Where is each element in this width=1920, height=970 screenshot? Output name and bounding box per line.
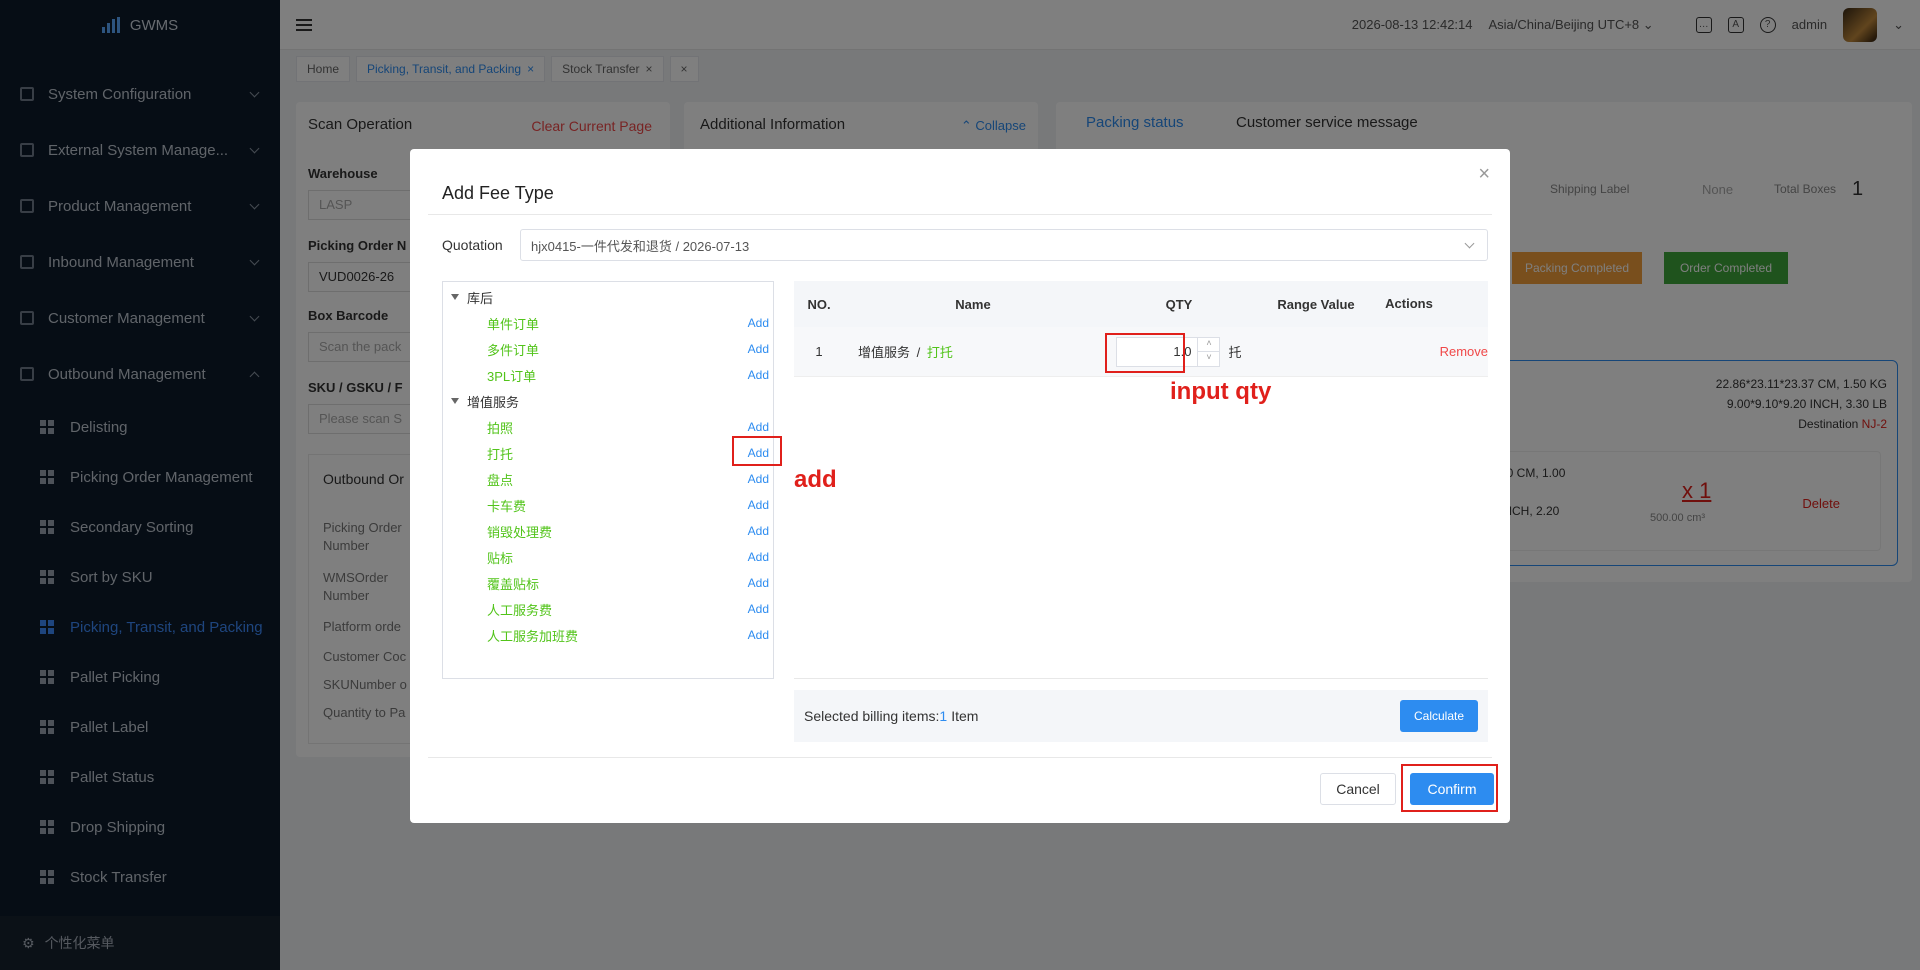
row-no: 1: [815, 344, 823, 359]
col-header-range: Range Value: [1277, 296, 1355, 312]
tree-leaf: 单件订单 Add: [443, 310, 773, 336]
add-button[interactable]: Add: [748, 628, 769, 642]
stepper-buttons: ˄ ˅: [1197, 337, 1220, 366]
selected-label: Selected billing items:: [804, 708, 940, 724]
tree-leaf-label: 人工服务费: [487, 602, 553, 618]
tree-node-kuhou[interactable]: 库后: [443, 284, 773, 310]
divider: [428, 757, 1492, 758]
divider: [428, 214, 1492, 215]
tree-leaf: 打托 Add: [443, 440, 773, 466]
tree-leaf: 卡车费 Add: [443, 492, 773, 518]
tree-leaf-label: 多件订单: [487, 342, 540, 358]
qty-unit: 托: [1228, 345, 1242, 360]
highlight-confirm: [1401, 764, 1498, 812]
divider: [794, 678, 1488, 679]
row-separator: /: [916, 345, 921, 360]
tree-leaf-label: 盘点: [487, 472, 514, 488]
tree-node-value-added[interactable]: 增值服务: [443, 388, 773, 414]
table-header: NO. Name QTY Range Value Actions: [794, 281, 1488, 327]
col-header-name: Name: [955, 296, 991, 312]
add-fee-type-dialog: Add Fee Type × Quotation hjx0415-一件代发和退货…: [410, 149, 1510, 823]
tree-leaf: 3PL订单 Add: [443, 362, 773, 388]
quotation-label: Quotation: [442, 237, 503, 253]
add-button[interactable]: Add: [748, 368, 769, 382]
col-header-no: NO.: [807, 296, 831, 312]
caret-down-icon[interactable]: [451, 398, 459, 404]
chevron-down-icon: [1464, 238, 1475, 249]
tree-leaf: 拍照 Add: [443, 414, 773, 440]
tree-leaf: 销毁处理费 Add: [443, 518, 773, 544]
close-icon[interactable]: ×: [1478, 163, 1490, 186]
selected-count: 1: [939, 708, 948, 724]
tree-leaf-label: 覆盖贴标: [487, 576, 540, 592]
tree-leaf-label: 3PL订单: [487, 368, 537, 384]
dialog-title: Add Fee Type: [442, 183, 554, 203]
tree-leaf: 覆盖贴标 Add: [443, 570, 773, 596]
add-button[interactable]: Add: [748, 602, 769, 616]
increment-icon[interactable]: ˄: [1198, 338, 1220, 352]
row-name: 增值服务 / 打托: [844, 342, 1102, 361]
tree-leaf-label: 销毁处理费: [487, 524, 553, 540]
row-item: 打托: [926, 345, 953, 360]
tree-leaf: 贴标 Add: [443, 544, 773, 570]
tree-node-label: 增值服务: [467, 394, 520, 410]
quotation-select[interactable]: hjx0415-一件代发和退货 / 2026-07-13: [520, 229, 1488, 261]
annotation-add: add: [794, 466, 837, 493]
row-category: 增值服务: [858, 345, 911, 360]
add-button[interactable]: Add: [748, 524, 769, 538]
selected-unit: Item: [951, 708, 979, 724]
col-header-qty: QTY: [1165, 296, 1193, 312]
annotation-input-qty: input qty: [1170, 378, 1272, 405]
add-button[interactable]: Add: [748, 472, 769, 486]
add-button[interactable]: Add: [748, 420, 769, 434]
col-header-actions: Actions: [1385, 296, 1433, 311]
add-button[interactable]: Add: [748, 342, 769, 356]
cancel-button[interactable]: Cancel: [1320, 773, 1396, 805]
calculate-button[interactable]: Calculate: [1400, 700, 1478, 732]
tree-leaf: 盘点 Add: [443, 466, 773, 492]
tree-leaf-label: 人工服务加班费: [487, 628, 579, 644]
add-button[interactable]: Add: [748, 576, 769, 590]
tree-leaf-label: 贴标: [487, 550, 514, 566]
tree-leaf: 多件订单 Add: [443, 336, 773, 362]
tree-leaf-label: 卡车费: [487, 498, 527, 514]
add-button[interactable]: Add: [748, 550, 769, 564]
billing-summary: Selected billing items: 1 Item Calculate: [794, 690, 1488, 742]
highlight-add: [732, 436, 782, 466]
caret-down-icon[interactable]: [451, 294, 459, 300]
add-button[interactable]: Add: [748, 316, 769, 330]
tree-node-label: 库后: [467, 290, 494, 306]
remove-button[interactable]: Remove: [1376, 344, 1488, 359]
quotation-value: hjx0415-一件代发和退货 / 2026-07-13: [531, 238, 750, 254]
decrement-icon[interactable]: ˅: [1198, 352, 1219, 366]
tree-leaf-label: 拍照: [487, 420, 514, 436]
tree-leaf: 人工服务加班费 Add: [443, 622, 773, 648]
tree-leaf: 人工服务费 Add: [443, 596, 773, 622]
tree-leaf-label: 单件订单: [487, 316, 540, 332]
tree-leaf-label: 打托: [487, 446, 514, 462]
add-button[interactable]: Add: [748, 498, 769, 512]
highlight-qty: [1105, 333, 1185, 373]
fee-type-tree: 库后 单件订单 Add 多件订单 Add 3PL订单 Add 增值服务 拍照 Add 打…: [442, 281, 774, 679]
